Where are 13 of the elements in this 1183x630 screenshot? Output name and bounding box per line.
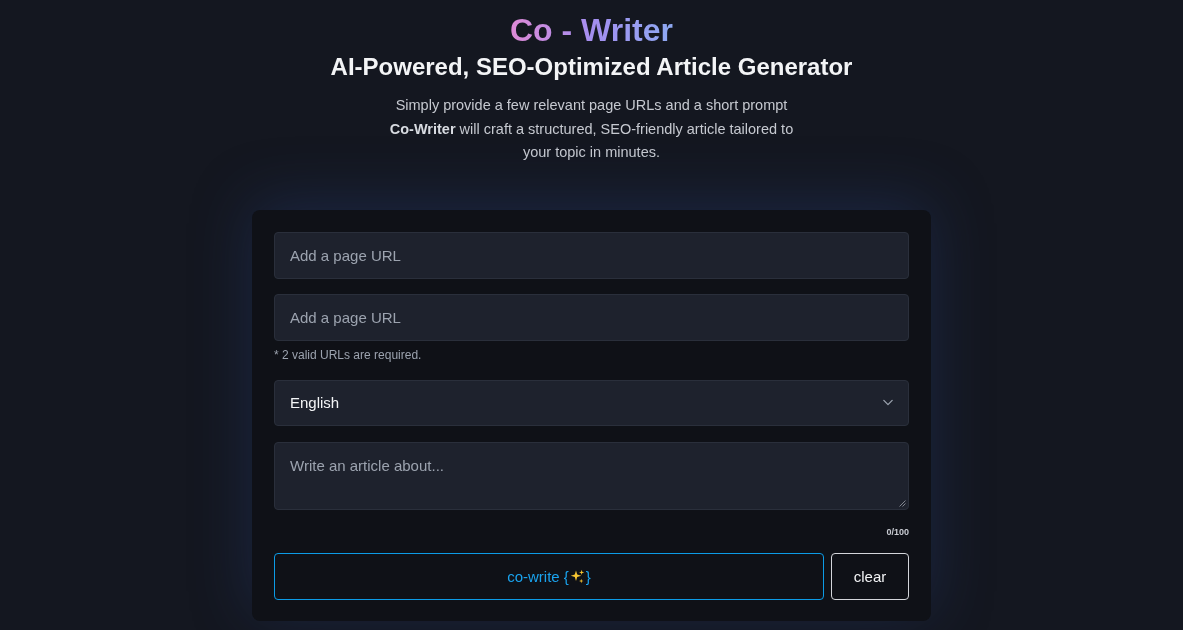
prompt-text-area[interactable]: Write an article about... [274, 441, 909, 510]
co-write-button[interactable]: co-write { } [274, 552, 824, 600]
clear-button[interactable]: clear [831, 552, 909, 600]
app-description: Simply provide a few relevant page URLs and a short prompt Co-Writer will craft a structured, SEO-friendly article tailored to your topic in minutes. [388, 96, 795, 162]
chevron-down-icon [883, 399, 893, 406]
url-input-field[interactable]: Add a page URL [274, 293, 909, 341]
url-hint-text: * 2 valid URLs are required. [274, 346, 423, 363]
app-subtitle: AI-Powered, SEO-Optimized Article Generator [330, 52, 853, 82]
character-counter: 0/100 [886, 525, 909, 538]
sparkles-icon [569, 568, 585, 584]
language-select[interactable]: English [274, 379, 909, 426]
url-input-field[interactable]: Add a page URL [274, 231, 909, 279]
resize-grip-icon[interactable] [899, 499, 906, 507]
